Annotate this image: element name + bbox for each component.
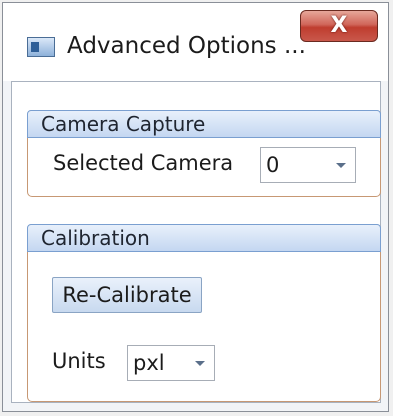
- calibration-header: Calibration: [27, 224, 381, 252]
- close-button[interactable]: X: [300, 10, 378, 42]
- chevron-down-icon[interactable]: [336, 163, 346, 168]
- calibration-group: Calibration Re-Calibrate Units pxl: [27, 224, 381, 402]
- units-value: pxl: [133, 351, 165, 375]
- units-label: Units: [52, 349, 106, 373]
- selected-camera-value: 0: [266, 153, 280, 177]
- window-app-icon: [27, 37, 55, 57]
- camera-capture-header: Camera Capture: [27, 110, 381, 138]
- advanced-options-window: Advanced Options ... X Camera Capture Se…: [2, 2, 389, 412]
- recalibrate-button[interactable]: Re-Calibrate: [52, 277, 202, 313]
- title-bar[interactable]: Advanced Options ... X: [3, 3, 388, 81]
- camera-capture-group: Camera Capture Selected Camera 0: [27, 110, 381, 197]
- selected-camera-label: Selected Camera: [53, 151, 234, 175]
- selected-camera-dropdown[interactable]: 0: [260, 147, 356, 183]
- units-dropdown[interactable]: pxl: [127, 345, 215, 381]
- chevron-down-icon[interactable]: [195, 361, 205, 366]
- window-title: Advanced Options ...: [67, 33, 306, 59]
